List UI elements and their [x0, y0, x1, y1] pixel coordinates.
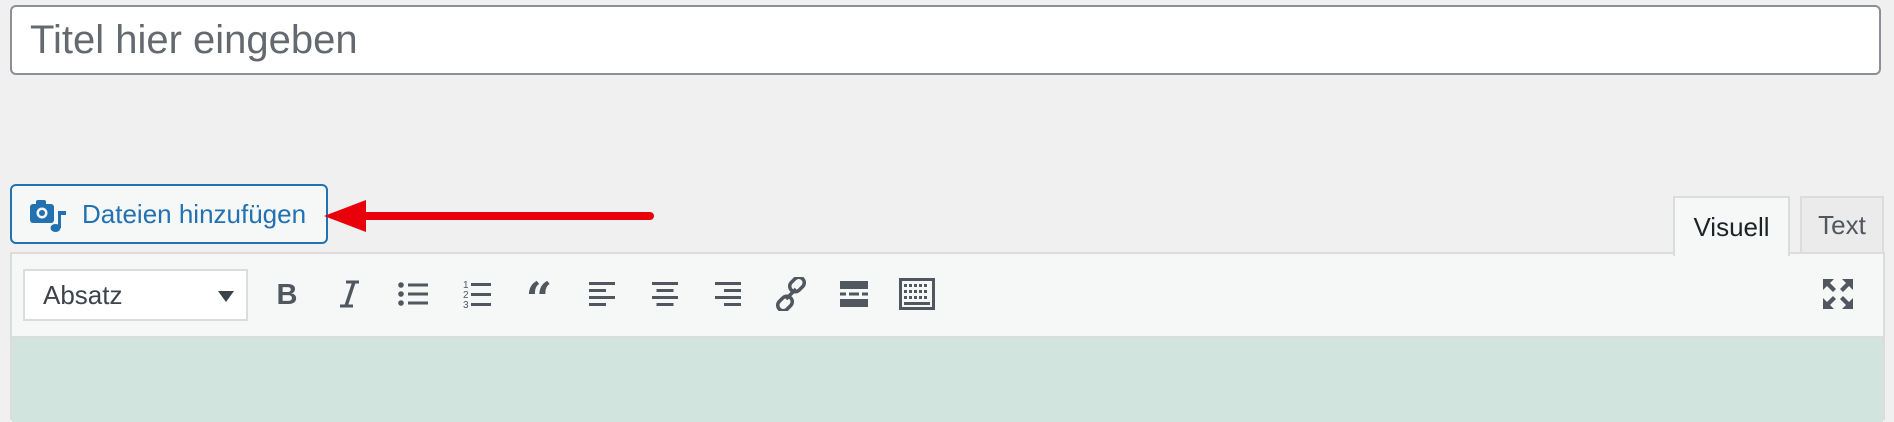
tab-visual[interactable]: Visuell: [1673, 196, 1790, 256]
read-more-icon: [840, 281, 868, 307]
editor-content-area[interactable]: [12, 336, 1883, 422]
align-right-icon: [715, 282, 741, 306]
link-icon: [775, 277, 807, 311]
add-media-label: Dateien hinzufügen: [82, 198, 307, 229]
bullet-list-icon: [398, 282, 428, 306]
italic-button[interactable]: [328, 272, 372, 316]
read-more-button[interactable]: [832, 272, 876, 316]
toolbar-toggle-button[interactable]: [895, 272, 939, 316]
add-media-button[interactable]: Dateien hinzufügen: [10, 184, 328, 244]
blockquote-button[interactable]: “: [517, 272, 561, 316]
align-right-button[interactable]: [706, 272, 750, 316]
add-media-icon: [28, 194, 68, 234]
format-select[interactable]: Absatz: [23, 269, 248, 321]
insert-link-button[interactable]: [769, 272, 813, 316]
italic-icon: [340, 280, 359, 308]
svg-text:“: “: [526, 279, 552, 309]
chevron-down-icon: [218, 291, 234, 302]
annotation-arrow: [324, 200, 654, 232]
numbered-list-icon: 1 2 3: [463, 280, 491, 310]
bold-button[interactable]: B: [265, 272, 309, 316]
svg-text:B: B: [277, 279, 298, 309]
editor-toolbar: Absatz B 1 2 3 “: [12, 254, 1883, 336]
post-title-input[interactable]: [10, 5, 1881, 75]
fullscreen-icon: [1823, 279, 1853, 309]
align-center-icon: [652, 282, 678, 306]
distraction-free-button[interactable]: [1816, 272, 1860, 316]
svg-text:3: 3: [463, 300, 469, 310]
tab-visual-label: Visuell: [1693, 211, 1770, 242]
align-left-button[interactable]: [580, 272, 624, 316]
align-center-button[interactable]: [643, 272, 687, 316]
tab-text-label: Text: [1818, 209, 1866, 240]
bold-icon: B: [277, 279, 298, 309]
numbered-list-button[interactable]: 1 2 3: [454, 272, 498, 316]
quote-icon: “: [526, 279, 552, 309]
format-select-value: Absatz: [43, 279, 123, 310]
align-left-icon: [589, 282, 615, 306]
editor: Absatz B 1 2 3 “: [10, 252, 1885, 422]
bullet-list-button[interactable]: [391, 272, 435, 316]
keyboard-icon: [899, 278, 935, 310]
tab-text[interactable]: Text: [1800, 196, 1884, 252]
